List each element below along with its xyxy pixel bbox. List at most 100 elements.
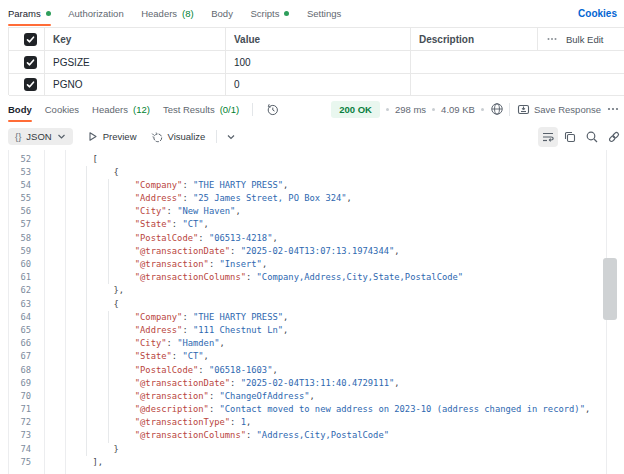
code-lines: 52 [53 {54 "Company": "THE HARTY PRESS",… xyxy=(0,153,624,470)
value-header[interactable]: Value xyxy=(226,28,411,50)
code-line: 67 "State": "CT", xyxy=(0,350,624,363)
response-history-icon[interactable] xyxy=(266,103,279,116)
code-line: 54 "Company": "THE HARTY PRESS", xyxy=(0,179,624,192)
response-tab-test-results[interactable]: Test Results (0/1) xyxy=(163,95,239,123)
vertical-scrollbar[interactable] xyxy=(603,258,618,320)
param-row: PGSIZE100 xyxy=(9,51,624,74)
tab-settings[interactable]: Settings xyxy=(307,0,341,27)
line-number: 73 xyxy=(0,429,31,442)
separator-dot xyxy=(432,108,435,111)
link-icon[interactable] xyxy=(604,127,624,147)
code-line: 72 "@transactionType": 1, xyxy=(0,416,624,429)
code-text: "@description": "Contact moved to new ad… xyxy=(50,403,590,416)
key-header[interactable]: Key xyxy=(45,28,226,50)
description-header[interactable]: Description xyxy=(411,28,538,50)
visualize-button[interactable]: Visualize xyxy=(151,131,206,143)
response-body-json[interactable]: 52 [53 {54 "Company": "THE HARTY PRESS",… xyxy=(0,150,624,474)
format-dropdown[interactable]: {} JSON xyxy=(8,128,73,145)
param-key[interactable]: PGSIZE xyxy=(45,51,226,73)
search-icon[interactable] xyxy=(582,127,602,147)
params-table: KeyValue Description Bulk Edit PGSIZE100 PGN… xyxy=(8,27,624,95)
code-line: 60 "@transaction": "Insert", xyxy=(0,258,624,271)
line-number: 52 xyxy=(0,153,31,166)
play-icon xyxy=(87,131,98,142)
tab-params[interactable]: Params xyxy=(8,0,51,27)
code-text: ], xyxy=(50,456,103,469)
response-tab-body[interactable]: Body xyxy=(8,95,32,123)
code-line: 61 "@transactionColumns": "Company,Addre… xyxy=(0,271,624,284)
line-number: 54 xyxy=(0,179,31,192)
more-icon[interactable] xyxy=(546,33,558,45)
modified-dot-icon xyxy=(46,11,51,16)
more-actions-icon[interactable] xyxy=(606,102,620,116)
tab-count: (0/1) xyxy=(220,104,240,115)
code-text: "State": "CT", xyxy=(50,218,209,231)
response-meta: 200 OK 298 ms 4.09 KB Save Response xyxy=(331,95,620,123)
line-number: 53 xyxy=(0,166,31,179)
tab-label: Headers xyxy=(141,8,177,19)
param-description[interactable] xyxy=(411,74,538,95)
row-checkbox[interactable] xyxy=(24,56,37,69)
code-text: "@transactionColumns": "Address,City,Pos… xyxy=(50,429,389,442)
preview-button[interactable]: Preview xyxy=(87,131,137,142)
code-line: 52 [ xyxy=(0,153,624,166)
line-number: 66 xyxy=(0,337,31,350)
tab-headers[interactable]: Headers (8) xyxy=(141,0,194,27)
tab-label: Test Results xyxy=(163,104,215,115)
wrap-text-icon[interactable] xyxy=(538,127,558,147)
tab-count: (8) xyxy=(182,8,194,19)
param-key[interactable]: PGNO xyxy=(45,74,226,95)
chevron-down-icon[interactable] xyxy=(226,132,236,142)
divider xyxy=(252,103,253,116)
code-text: "City": "Hamden", xyxy=(50,337,225,350)
response-tab-cookies[interactable]: Cookies xyxy=(45,95,79,123)
line-number: 74 xyxy=(0,443,31,456)
param-value[interactable]: 100 xyxy=(226,51,411,73)
network-icon[interactable] xyxy=(490,102,504,116)
line-number: 65 xyxy=(0,324,31,337)
code-line: 68 "PostalCode": "06518-1603", xyxy=(0,364,624,377)
code-text: "@transactionDate": "2025-02-04T13:11:40… xyxy=(50,377,400,390)
select-all-cell xyxy=(9,28,45,50)
code-text: }, xyxy=(50,284,124,297)
line-number: 59 xyxy=(0,245,31,258)
tab-authorization[interactable]: Authorization xyxy=(68,0,123,27)
tab-label: Authorization xyxy=(68,8,123,19)
code-text: "Address": "111 Chestnut Ln", xyxy=(50,324,288,337)
row-checkbox[interactable] xyxy=(24,78,37,91)
response-size: 4.09 KB xyxy=(441,104,475,115)
row-check-cell xyxy=(9,74,45,95)
param-value[interactable]: 0 xyxy=(226,74,411,95)
tab-body[interactable]: Body xyxy=(211,0,233,27)
visualize-icon xyxy=(151,131,163,143)
param-description[interactable] xyxy=(411,51,538,73)
request-tabs: Params Authorization Headers (8) Body Scripts… xyxy=(0,0,624,27)
cookies-link[interactable]: Cookies xyxy=(578,0,617,27)
tab-label: Cookies xyxy=(45,104,79,115)
save-response-button[interactable]: Save Response xyxy=(517,103,601,116)
tab-label: Body xyxy=(211,8,233,19)
description-header-text: Description xyxy=(419,34,474,45)
code-line: 57 "State": "CT", xyxy=(0,218,624,231)
code-text: "@transactionType": 1, xyxy=(50,416,251,429)
param-key-text: PGNO xyxy=(53,79,82,90)
tab-label: Params xyxy=(8,8,41,19)
code-line: 63 { xyxy=(0,298,624,311)
tab-label: Body xyxy=(8,104,32,115)
view-toolbar: {} JSON Preview Visualize xyxy=(0,123,624,150)
bulk-edit-button[interactable]: Bulk Edit xyxy=(566,34,604,45)
separator-dot xyxy=(481,108,484,111)
code-line: 58 "PostalCode": "06513-4218", xyxy=(0,232,624,245)
bulk-edit-cell: Bulk Edit xyxy=(538,28,624,50)
line-number: 71 xyxy=(0,403,31,416)
table-header-row: KeyValue Description Bulk Edit xyxy=(9,28,624,51)
line-number: 62 xyxy=(0,284,31,297)
save-icon xyxy=(517,103,530,116)
tab-scripts[interactable]: Scripts xyxy=(250,0,289,27)
copy-icon[interactable] xyxy=(560,127,580,147)
row-checkbox[interactable] xyxy=(24,33,37,46)
param-extra-cell xyxy=(538,51,624,73)
response-tab-headers[interactable]: Headers(12) xyxy=(92,95,150,123)
line-number: 58 xyxy=(0,232,31,245)
code-line: 59 "@transactionDate": "2025-02-04T13:07… xyxy=(0,245,624,258)
